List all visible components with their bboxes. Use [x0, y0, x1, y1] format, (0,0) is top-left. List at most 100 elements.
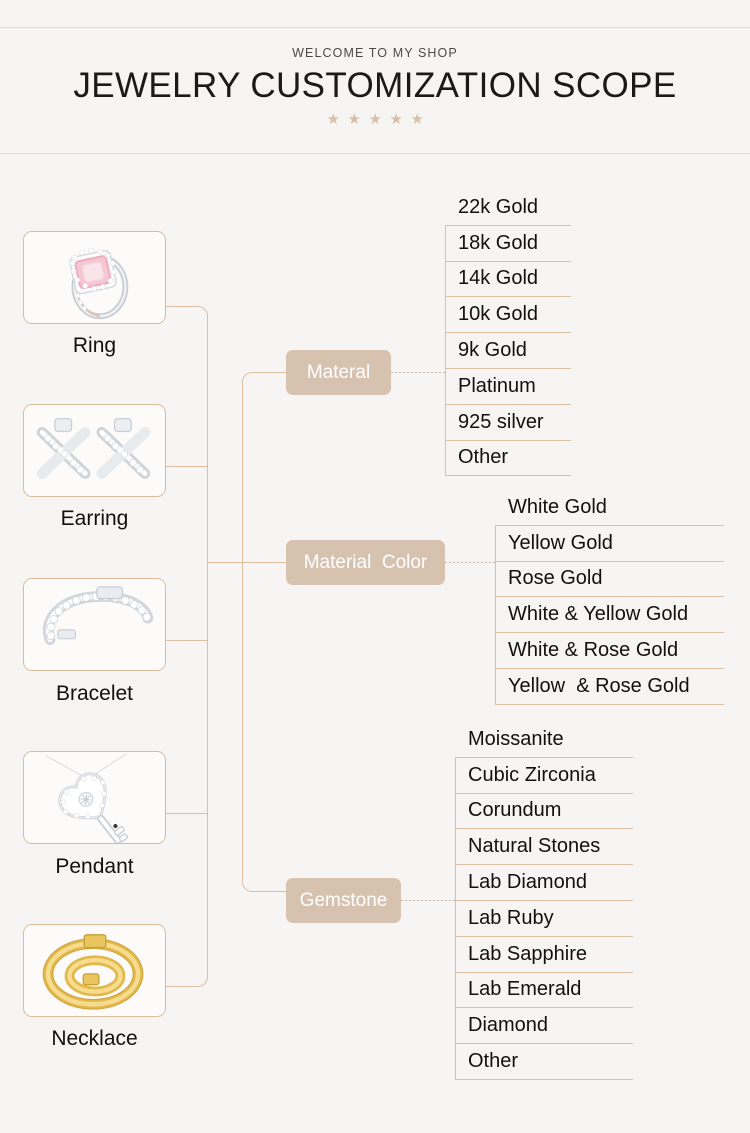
product-card-pendant[interactable]	[23, 751, 166, 844]
connector-gemstone-corner	[242, 882, 252, 892]
option-label: Lab Emerald	[468, 978, 582, 1001]
product-card-bracelet[interactable]	[23, 578, 166, 671]
option-gemstone-9[interactable]: Other	[455, 1044, 633, 1080]
pendant-image	[24, 752, 165, 843]
option-label: 14k Gold	[458, 267, 539, 290]
product-label-ring: Ring	[72, 334, 117, 357]
option-label: 18k Gold	[458, 231, 539, 254]
infographic-page: WELCOME TO MY SHOP JEWELRY CUSTOMIZATION…	[0, 0, 750, 1133]
option-material-color-5[interactable]: Yellow & Rose Gold	[495, 668, 724, 705]
option-materal-2[interactable]: 14k Gold	[445, 261, 571, 298]
star-icon: ★	[347, 110, 361, 128]
category-label-gemstone: Gemstone	[299, 889, 388, 911]
option-label: Rose Gold	[508, 567, 603, 590]
connector-necklace	[166, 986, 198, 987]
option-gemstone-0[interactable]: Moissanite	[455, 722, 633, 758]
option-label: Corundum	[468, 799, 562, 822]
option-label: Lab Ruby	[468, 906, 554, 929]
option-gemstone-5[interactable]: Lab Ruby	[455, 900, 633, 937]
product-label-pendant: Pendant	[55, 855, 134, 878]
category-badge-gemstone[interactable]: Gemstone	[286, 878, 401, 923]
option-label: 10k Gold	[458, 303, 539, 326]
connector-pendant	[166, 813, 208, 814]
dotted-connector-gemstone	[401, 900, 456, 901]
star-icon: ★	[410, 110, 424, 128]
option-gemstone-2[interactable]: Corundum	[455, 793, 633, 830]
option-label: White Gold	[508, 495, 607, 518]
product-card-necklace[interactable]	[23, 924, 166, 1017]
option-label: Cubic Zirconia	[468, 763, 596, 786]
product-spine	[207, 316, 208, 977]
category-label-material-color: Material Color	[303, 551, 428, 573]
option-label: 925 silver	[458, 410, 544, 433]
category-label-materal: Materal	[306, 361, 371, 383]
connector-earring	[166, 466, 208, 467]
ring-image	[24, 232, 165, 323]
option-label: Platinum	[458, 374, 536, 397]
option-materal-4[interactable]: 9k Gold	[445, 333, 571, 369]
category-badge-materal[interactable]: Materal	[286, 350, 391, 395]
product-label-bracelet: Bracelet	[55, 682, 134, 705]
connector-bracelet	[166, 640, 208, 641]
product-card-earring[interactable]	[23, 404, 166, 497]
dotted-connector-materal	[391, 372, 446, 373]
option-materal-1[interactable]: 18k Gold	[445, 225, 571, 262]
option-materal-5[interactable]: Platinum	[445, 368, 571, 405]
product-label-necklace: Necklace	[51, 1027, 138, 1050]
category-spine	[242, 382, 243, 882]
star-icon: ★	[389, 110, 403, 128]
option-list-material-color: White Gold Yellow Gold Rose Gold White & Ye…	[495, 490, 724, 705]
option-material-color-2[interactable]: Rose Gold	[495, 561, 724, 598]
option-label: Lab Diamond	[468, 871, 587, 894]
option-label: White & Yellow Gold	[508, 603, 689, 626]
star-icon: ★	[368, 110, 382, 128]
option-label: White & Rose Gold	[508, 639, 679, 662]
dotted-connector-material-color	[445, 562, 496, 563]
option-label: Other	[468, 1050, 519, 1073]
option-gemstone-1[interactable]: Cubic Zirconia	[455, 757, 633, 794]
option-label: Moissanite	[468, 727, 564, 750]
connector-materal	[252, 372, 286, 373]
option-materal-6[interactable]: 925 silver	[445, 404, 571, 441]
option-label: Yellow Gold	[508, 531, 613, 554]
necklace-image	[24, 925, 165, 1016]
bracelet-image	[24, 579, 165, 670]
welcome-text: WELCOME TO MY SHOP	[292, 46, 458, 60]
connector-necklace-corner	[198, 977, 208, 987]
option-material-color-4[interactable]: White & Rose Gold	[495, 633, 724, 669]
option-label: 22k Gold	[458, 195, 539, 218]
product-label-earring: Earring	[60, 507, 129, 530]
category-badge-material-color[interactable]: Material Color	[286, 540, 445, 585]
option-materal-0[interactable]: 22k Gold	[445, 190, 571, 226]
connector-materal-corner	[242, 372, 252, 382]
option-label: Diamond	[468, 1014, 549, 1037]
option-label: 9k Gold	[458, 339, 527, 362]
option-gemstone-6[interactable]: Lab Sapphire	[455, 936, 633, 973]
option-gemstone-4[interactable]: Lab Diamond	[455, 865, 633, 901]
connector-material-color	[242, 562, 287, 563]
option-gemstone-7[interactable]: Lab Emerald	[455, 972, 633, 1009]
product-card-ring[interactable]	[23, 231, 166, 324]
option-label: Lab Sapphire	[468, 942, 587, 965]
earring-image	[24, 405, 165, 496]
option-list-gemstone: Moissanite Cubic Zirconia Corundum Natural …	[455, 722, 633, 1080]
option-materal-3[interactable]: 10k Gold	[445, 297, 571, 334]
star-rating: ★ ★ ★ ★ ★	[0, 110, 750, 128]
option-label: Yellow & Rose Gold	[508, 674, 690, 697]
connector-ring-corner	[198, 306, 208, 316]
page-title: JEWELRY CUSTOMIZATION SCOPE	[73, 66, 677, 105]
header: WELCOME TO MY SHOP JEWELRY CUSTOMIZATION…	[0, 28, 750, 152]
option-label: Natural Stones	[468, 835, 601, 858]
option-gemstone-8[interactable]: Diamond	[455, 1008, 633, 1045]
spine-to-hub	[207, 562, 243, 563]
star-icon: ★	[326, 110, 340, 128]
option-materal-7[interactable]: Other	[445, 440, 571, 477]
option-list-materal: 22k Gold 18k Gold 14k Gold 10k Gold 9k Gold P…	[445, 190, 571, 477]
option-material-color-1[interactable]: Yellow Gold	[495, 525, 724, 562]
connector-ring	[166, 306, 198, 307]
header-divider-bottom	[0, 153, 750, 154]
connector-gemstone	[252, 891, 286, 892]
option-material-color-0[interactable]: White Gold	[495, 490, 724, 526]
option-material-color-3[interactable]: White & Yellow Gold	[495, 597, 724, 634]
option-gemstone-3[interactable]: Natural Stones	[455, 829, 633, 866]
